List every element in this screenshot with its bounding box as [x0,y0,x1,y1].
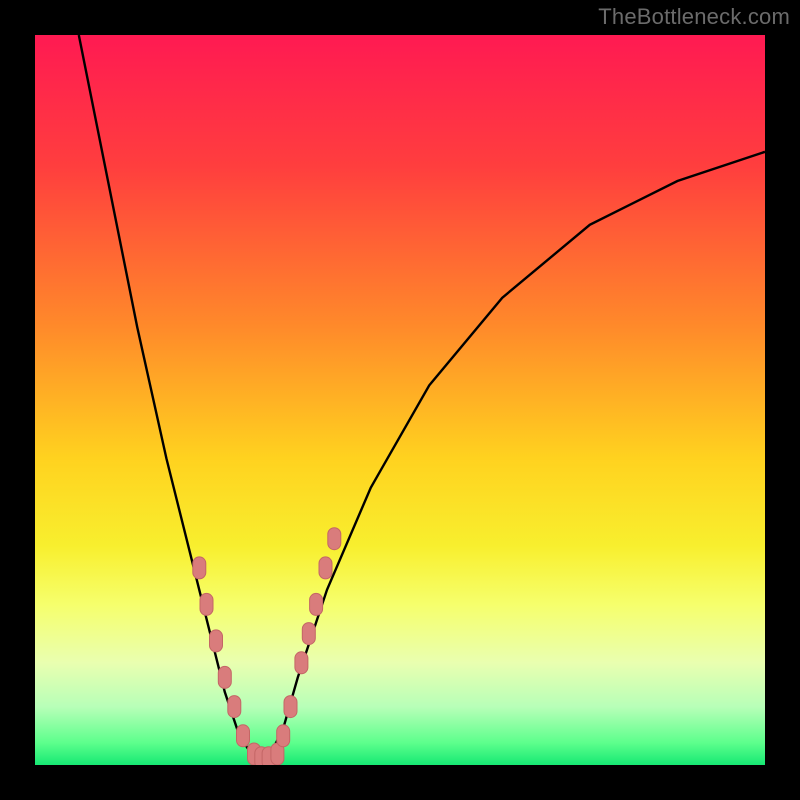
plot-area [35,35,765,765]
chart-frame: TheBottleneck.com [0,0,800,800]
heat-gradient-rect [35,35,765,765]
watermark-text: TheBottleneck.com [598,4,790,30]
heat-gradient [35,35,765,765]
